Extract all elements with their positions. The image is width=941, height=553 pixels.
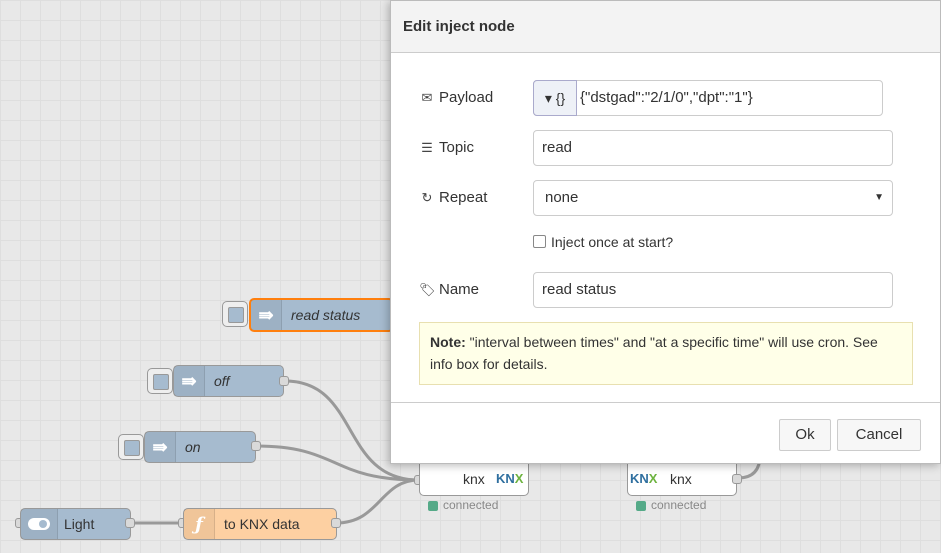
- knx-logo-icon: KNX: [630, 471, 658, 486]
- payload-type-symbol: {}: [555, 90, 566, 106]
- name-input[interactable]: read status: [533, 272, 893, 308]
- wire-function-to-knx: [335, 478, 420, 525]
- output-port[interactable]: [732, 474, 742, 484]
- cron-note: Note: "interval between times" and "at a…: [419, 322, 913, 385]
- topic-label-wrap: ☰ Topic: [419, 130, 474, 166]
- envelope-icon: ✉: [421, 90, 433, 105]
- payload-row: ✉ Payload ▾ {} {"dstgad":"2/1/0","dpt":"1…: [419, 80, 883, 116]
- repeat-select[interactable]: none ▼: [533, 180, 893, 216]
- node-knx-out[interactable]: knx KNX: [419, 464, 529, 496]
- chevron-down-icon: ▼: [874, 192, 884, 203]
- inject-button-face: [153, 374, 169, 390]
- tasks-icon: ☰: [421, 140, 433, 155]
- node-read-status[interactable]: ⇛ read status: [249, 298, 394, 332]
- output-port[interactable]: [279, 376, 289, 386]
- node-label: knx: [670, 471, 692, 487]
- node-status: connected: [636, 498, 706, 512]
- dialog-title: Edit inject node: [391, 1, 940, 53]
- arrow-right-icon: ⇛: [145, 432, 176, 462]
- edit-inject-dialog: Edit inject node ✉ Payload ▾ {} {"dstgad"…: [390, 0, 941, 464]
- topic-label: Topic: [439, 139, 475, 156]
- topic-input[interactable]: read: [533, 130, 893, 166]
- payload-label: Payload: [439, 89, 494, 106]
- node-label: Light: [64, 516, 95, 532]
- repeat-value: none: [545, 189, 579, 206]
- topic-row: ☰ Topic read: [419, 130, 893, 166]
- toggle-icon: [21, 509, 58, 539]
- node-light[interactable]: Light: [20, 508, 131, 540]
- node-label: to KNX data: [224, 516, 300, 532]
- node-to-knx-data[interactable]: ƒ to KNX data: [183, 508, 337, 540]
- node-label: on: [185, 439, 201, 455]
- payload-type-selector[interactable]: ▾ {}: [533, 80, 577, 116]
- note-title: Note:: [430, 334, 466, 350]
- tag-icon: 🏷: [419, 282, 436, 297]
- status-text: connected: [651, 498, 707, 512]
- output-port[interactable]: [331, 518, 341, 528]
- name-label-wrap: 🏷 Name: [419, 272, 479, 308]
- payload-value: {"dstgad":"2/1/0","dpt":"1"}: [580, 89, 753, 106]
- node-off[interactable]: ⇛ off: [173, 365, 284, 397]
- arrow-right-icon: ⇛: [174, 366, 205, 396]
- knx-logo-icon: KNX: [496, 471, 524, 486]
- cancel-button[interactable]: Cancel: [837, 419, 921, 451]
- inject-button[interactable]: [147, 368, 173, 394]
- inject-button-face: [124, 440, 140, 456]
- ok-button[interactable]: Ok: [779, 419, 831, 451]
- payload-label-wrap: ✉ Payload: [419, 80, 494, 116]
- node-status: connected: [428, 498, 498, 512]
- repeat-label: Repeat: [439, 189, 488, 206]
- inject-once-label: Inject once at start?: [551, 234, 674, 250]
- repeat-row: ↻ Repeat none ▼: [419, 180, 893, 216]
- node-label: read status: [291, 307, 361, 323]
- node-on[interactable]: ⇛ on: [144, 431, 256, 463]
- node-label: off: [214, 373, 230, 389]
- node-label: knx: [463, 471, 485, 487]
- status-dot: [636, 500, 646, 511]
- inject-button[interactable]: [118, 434, 144, 460]
- repeat-icon: ↻: [421, 190, 433, 205]
- repeat-label-wrap: ↻ Repeat: [419, 180, 488, 216]
- function-icon: ƒ: [184, 509, 215, 539]
- arrow-right-icon: ⇛: [251, 300, 282, 330]
- inject-once-checkbox[interactable]: [533, 235, 546, 248]
- status-dot: [428, 500, 438, 511]
- name-label: Name: [439, 281, 480, 298]
- inject-once-row: Inject once at start?: [533, 234, 673, 250]
- output-port[interactable]: [251, 441, 261, 451]
- inject-button-face: [228, 307, 244, 323]
- payload-input[interactable]: ▾ {} {"dstgad":"2/1/0","dpt":"1"}: [533, 80, 883, 116]
- dialog-footer: Ok Cancel: [391, 402, 940, 463]
- output-port[interactable]: [125, 518, 135, 528]
- note-text: "interval between times" and "at a speci…: [430, 334, 878, 372]
- status-text: connected: [443, 498, 499, 512]
- name-row: 🏷 Name read status: [419, 272, 893, 308]
- inject-button[interactable]: [222, 301, 248, 327]
- node-knx-in[interactable]: KNX knx: [627, 464, 737, 496]
